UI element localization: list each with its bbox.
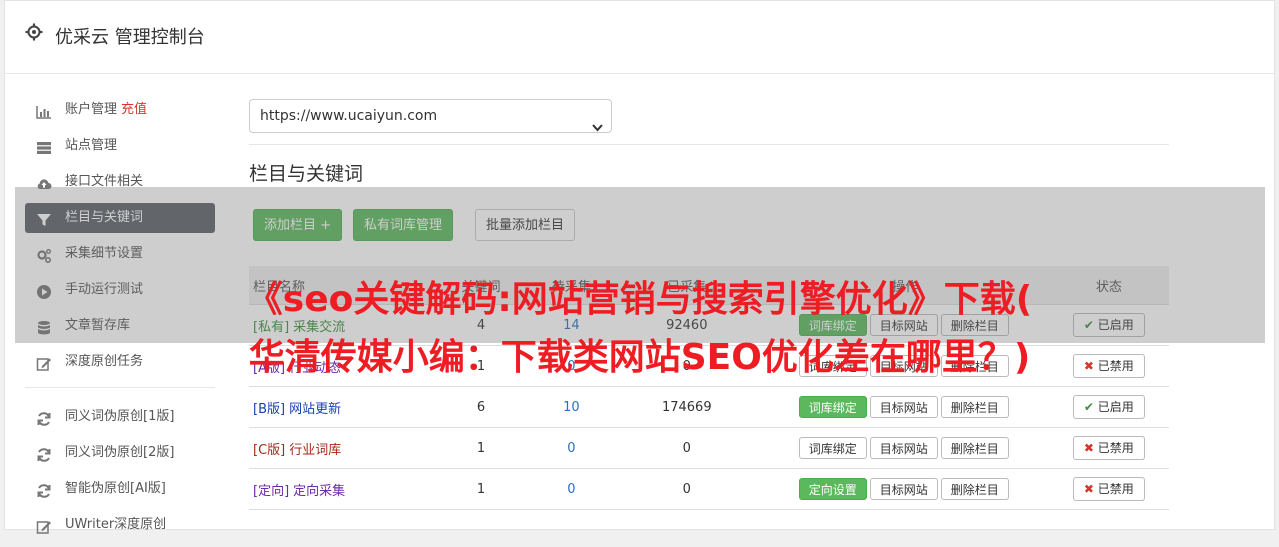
keywords-count: 1 xyxy=(430,468,532,510)
target-site-button[interactable]: 目标网站 xyxy=(869,437,938,459)
overlay-title-line1: 《seo关键解码:网站营销与搜索引擎优化》下载( xyxy=(246,279,1033,320)
sidebar-item-b-0[interactable]: 同义词伪原创[1版] xyxy=(25,402,215,432)
column-name[interactable]: 定向采集 xyxy=(293,484,345,499)
status-toggle[interactable]: ✖ 已禁用 xyxy=(1072,436,1145,460)
table-row: [B版] 网站更新 6 10 174669 词库绑定 目标网站 删除栏目 ✔ 已启用 xyxy=(249,386,1169,428)
delete-column-button[interactable]: 删除栏目 xyxy=(940,478,1009,500)
pending-count[interactable]: 10 xyxy=(531,386,612,428)
recharge-link[interactable]: 充值 xyxy=(121,102,147,117)
sidebar-item-b-3[interactable]: UWriter深度原创 xyxy=(25,510,215,540)
refresh-icon xyxy=(36,409,52,426)
column-tag: [C版] xyxy=(253,442,286,458)
site-select-value: https://www.ucaiyun.com xyxy=(260,108,438,124)
column-name-cell[interactable]: [定向] 定向采集 xyxy=(249,468,431,510)
sidebar-item-a-0[interactable]: 账户管理 充值 xyxy=(25,95,215,125)
target-site-button[interactable]: 目标网站 xyxy=(869,396,938,418)
status-toggle[interactable]: ✔ 已启用 xyxy=(1072,395,1145,419)
sidebar-item-label: 同义词伪原创[1版] xyxy=(65,409,175,424)
gear-icon xyxy=(25,23,43,45)
sidebar-item-b-2[interactable]: 智能伪原创[AI版] xyxy=(25,474,215,504)
refresh-icon xyxy=(36,445,52,462)
delete-column-button[interactable]: 删除栏目 xyxy=(940,396,1009,418)
chevron-down-icon xyxy=(592,112,603,144)
sidebar-divider xyxy=(25,387,215,388)
status-cell: ✖ 已禁用 xyxy=(1048,427,1169,469)
server-icon xyxy=(36,138,52,154)
sidebar-item-label: 账户管理 xyxy=(65,102,118,117)
refresh-icon xyxy=(36,481,52,498)
column-name-cell[interactable]: [B版] 网站更新 xyxy=(249,386,431,428)
status-toggle[interactable]: ✖ 已禁用 xyxy=(1072,477,1145,501)
collected-count: 174669 xyxy=(611,386,762,428)
status-label: 已禁用 xyxy=(1097,441,1134,455)
sidebar-item-label: 站点管理 xyxy=(65,138,118,153)
target-site-button[interactable]: 目标网站 xyxy=(869,478,938,500)
sidebar-item-a-1[interactable]: 站点管理 xyxy=(25,131,215,161)
edit-icon xyxy=(36,517,52,534)
status-cell: ✔ 已启用 xyxy=(1048,386,1169,428)
status-label: 已启用 xyxy=(1097,400,1134,414)
status-cell: ✖ 已禁用 xyxy=(1048,468,1169,510)
collected-count: 0 xyxy=(611,427,762,469)
table-row: [定向] 定向采集 1 0 0 定向设置 目标网站 删除栏目 ✖ 已禁用 xyxy=(249,468,1169,510)
pending-count[interactable]: 0 xyxy=(531,427,612,469)
column-name[interactable]: 行业词库 xyxy=(289,443,341,458)
bind-lib-button[interactable]: 词库绑定 xyxy=(798,396,867,418)
column-tag: [定向] xyxy=(253,483,290,499)
actions-cell: 词库绑定 目标网站 删除栏目 xyxy=(761,386,1049,428)
section-title: 栏目与关键词 xyxy=(249,163,364,185)
bar-chart-icon xyxy=(36,102,52,119)
x-icon: ✖ xyxy=(1083,441,1094,455)
divider xyxy=(249,144,1169,145)
check-icon: ✔ xyxy=(1083,400,1094,414)
sidebar-item-label: 同义词伪原创[2版] xyxy=(65,445,175,460)
site-select[interactable]: https://www.ucaiyun.com xyxy=(249,99,612,133)
collected-count: 0 xyxy=(611,468,762,510)
status-label: 已禁用 xyxy=(1097,482,1134,496)
column-tag: [B版] xyxy=(253,401,286,417)
actions-cell: 词库绑定 目标网站 删除栏目 xyxy=(761,427,1049,469)
overlay-title-line2: 华清传媒小编：下载类网站SEO优化差在哪里？) xyxy=(248,337,1031,378)
actions-cell: 定向设置 目标网站 删除栏目 xyxy=(761,468,1049,510)
pending-count[interactable]: 0 xyxy=(531,468,612,510)
keywords-count: 6 xyxy=(430,386,532,428)
table-row: [C版] 行业词库 1 0 0 词库绑定 目标网站 删除栏目 ✖ 已禁用 xyxy=(249,427,1169,469)
keywords-count: 1 xyxy=(430,427,532,469)
panel-header: 优采云 管理控制台 xyxy=(5,1,1274,74)
sidebar-item-label: 智能伪原创[AI版] xyxy=(65,481,166,496)
bind-lib-button[interactable]: 词库绑定 xyxy=(798,437,867,459)
delete-column-button[interactable]: 删除栏目 xyxy=(940,437,1009,459)
column-name-cell[interactable]: [C版] 行业词库 xyxy=(249,427,431,469)
app-title: 优采云 管理控制台 xyxy=(55,27,205,48)
bind-lib-button[interactable]: 定向设置 xyxy=(798,478,867,500)
sidebar-item-b-1[interactable]: 同义词伪原创[2版] xyxy=(25,438,215,468)
x-icon: ✖ xyxy=(1083,482,1094,496)
column-name[interactable]: 网站更新 xyxy=(289,402,341,417)
